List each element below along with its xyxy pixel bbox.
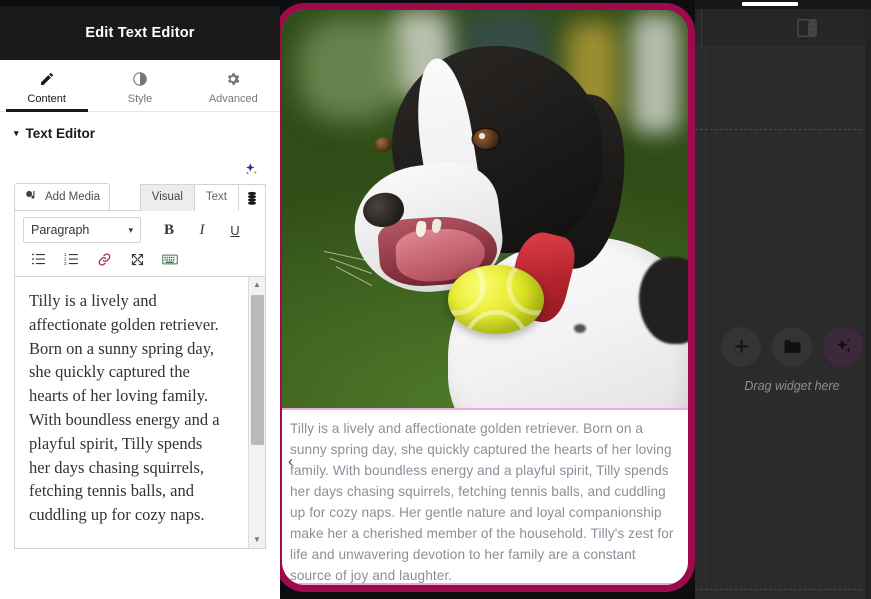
editor-panel: Edit Text Editor Content Style Advanced … xyxy=(0,0,280,599)
scrollbar-thumb[interactable] xyxy=(251,295,264,445)
link-icon[interactable] xyxy=(89,246,119,272)
add-template-button[interactable] xyxy=(772,326,812,367)
caption-block[interactable]: Tilly is a lively and affectionate golde… xyxy=(282,408,688,585)
dog-image[interactable] xyxy=(282,10,688,408)
scroll-up-arrow[interactable]: ▲ xyxy=(253,277,261,293)
numbered-list-icon[interactable]: 1 2 3 xyxy=(56,246,86,272)
empty-column: Drag widget here xyxy=(695,0,871,599)
mode-tab-visual[interactable]: Visual xyxy=(139,184,195,211)
bulleted-list-icon[interactable] xyxy=(23,246,53,272)
tab-style[interactable]: Style xyxy=(93,60,186,111)
format-select-value: Paragraph xyxy=(31,223,90,237)
chevron-down-icon: ▾ xyxy=(14,128,19,138)
formatting-toolbar: Paragraph ▾ B I U 1 2 3 xyxy=(14,210,266,277)
tab-style-label: Style xyxy=(127,92,153,105)
content-textarea[interactable]: Tilly is a lively and affectionate golde… xyxy=(14,277,266,549)
dropzone-label: Drag widget here xyxy=(744,378,840,393)
page-title: Edit Text Editor xyxy=(85,25,195,41)
contrast-icon xyxy=(132,71,148,88)
top-bar-accent xyxy=(742,2,798,6)
caption-text: Tilly is a lively and affectionate golde… xyxy=(290,421,674,583)
widget-dropzone[interactable]: Drag widget here xyxy=(695,129,871,590)
textarea-scrollbar[interactable]: ▲ ▼ xyxy=(248,277,265,548)
media-icon xyxy=(24,189,39,206)
keyboard-icon[interactable] xyxy=(155,246,185,272)
tab-advanced[interactable]: Advanced xyxy=(187,60,280,111)
wysiwyg-editor: Add Media Visual Text Paragraph ▾ B I U … xyxy=(0,183,280,549)
svg-text:3: 3 xyxy=(64,261,67,266)
app-root: Edit Text Editor Content Style Advanced … xyxy=(0,0,871,599)
top-bar xyxy=(695,0,871,9)
gear-icon xyxy=(225,71,241,88)
fullscreen-icon[interactable] xyxy=(122,246,152,272)
add-media-button[interactable]: Add Media xyxy=(14,183,110,211)
divider xyxy=(701,9,702,47)
section-header-bar xyxy=(695,9,871,47)
dropzone-buttons xyxy=(721,326,863,367)
selected-widget[interactable]: Tilly is a lively and affectionate golde… xyxy=(275,3,695,592)
dog-eye xyxy=(375,137,393,152)
mode-tab-text[interactable]: Text xyxy=(193,184,239,211)
italic-button[interactable]: I xyxy=(187,217,217,243)
bg-blob xyxy=(631,13,680,134)
panel-header: Edit Text Editor xyxy=(0,0,280,60)
bold-button[interactable]: B xyxy=(154,217,184,243)
format-select[interactable]: Paragraph ▾ xyxy=(23,217,141,243)
layers-icon[interactable] xyxy=(238,184,266,211)
underline-button[interactable]: U xyxy=(220,217,250,243)
canvas-area: Drag widget here Tilly is a lively and a… xyxy=(275,0,871,599)
tab-content-label: Content xyxy=(27,92,66,105)
add-media-label: Add Media xyxy=(45,191,100,203)
section-header-text-editor[interactable]: ▾ Text Editor xyxy=(0,112,280,151)
sparkle-icon[interactable] xyxy=(242,161,260,179)
ai-row xyxy=(0,151,280,183)
add-element-button[interactable] xyxy=(721,326,761,367)
tennis-ball xyxy=(448,264,544,334)
section-label: Text Editor xyxy=(25,126,96,141)
tab-advanced-label: Advanced xyxy=(208,92,258,105)
chevron-down-icon: ▾ xyxy=(128,224,133,235)
bg-blob xyxy=(298,17,404,122)
panel-tabs: Content Style Advanced xyxy=(0,60,280,112)
content-textarea-value: Tilly is a lively and affectionate golde… xyxy=(29,291,220,525)
tab-content[interactable]: Content xyxy=(0,60,93,112)
ball-seam xyxy=(448,264,544,334)
editor-mode-tabs: Visual Text xyxy=(139,183,266,211)
chevron-left-icon[interactable]: ‹ xyxy=(288,454,293,469)
scroll-down-arrow[interactable]: ▼ xyxy=(253,532,261,548)
ai-generate-button[interactable] xyxy=(823,326,863,367)
pencil-icon xyxy=(39,71,55,88)
editor-top-bar: Add Media Visual Text xyxy=(14,183,266,211)
book-icon[interactable] xyxy=(796,18,818,38)
panel-footer xyxy=(0,549,280,599)
